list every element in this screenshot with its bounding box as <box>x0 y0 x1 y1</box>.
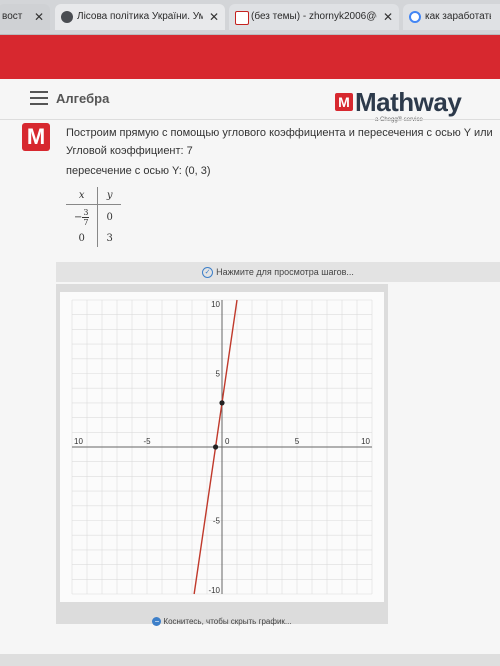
x-tick-label: -5 <box>143 437 151 446</box>
subject-title[interactable]: Алгебра <box>56 91 109 106</box>
logo-mark: M <box>335 93 353 111</box>
y-tick-label: -10 <box>208 586 220 595</box>
browser-tab-forest-policy[interactable]: Лісова політика України. Умов ✕ <box>55 4 225 30</box>
answer-line-2: Угловой коэффициент: 7 <box>66 145 193 157</box>
close-icon[interactable]: ✕ <box>34 4 44 30</box>
answer-line-1: Построим прямую с помощью углового коэфф… <box>66 127 493 139</box>
table-cell-y: 3 <box>106 233 113 244</box>
divider <box>0 119 500 120</box>
page-bottom <box>0 654 500 666</box>
data-point <box>212 444 219 450</box>
browser-tab-google[interactable]: как заработать на зна <box>403 4 500 30</box>
table-header-x: x <box>66 187 99 205</box>
x-tick-label: 0 <box>225 437 230 446</box>
mathway-avatar: M <box>22 123 50 151</box>
tab-label: Лісова політика України. Умов <box>77 11 203 22</box>
browser-tab-gmail[interactable]: (без темы) - zhornyk2006@gma ✕ <box>229 4 399 30</box>
browser-tab-news[interactable]: вост ✕ <box>0 4 50 30</box>
page: Алгебра M Mathway a Chegg® service M Пос… <box>0 79 500 666</box>
logo-text: Mathway <box>355 87 462 117</box>
collapse-icon: − <box>152 617 162 627</box>
line-graph[interactable]: 10 -5 0 5 10 10 5 -5 -10 <box>60 292 384 602</box>
values-table: x y −3 7 0 0 3 <box>66 187 121 247</box>
menu-icon[interactable] <box>30 91 48 105</box>
x-tick-label: 10 <box>74 437 83 446</box>
y-tick-label: 10 <box>211 300 220 309</box>
hide-graph-label: Коснитесь, чтобы скрыть график... <box>163 617 292 626</box>
y-tick-label: -5 <box>213 517 221 526</box>
globe-icon <box>61 11 73 23</box>
gmail-icon <box>235 11 249 25</box>
graph-panel: 10 -5 0 5 10 10 5 -5 -10 <box>56 284 388 624</box>
close-icon[interactable]: ✕ <box>209 4 219 30</box>
close-icon[interactable]: ✕ <box>383 4 393 30</box>
tab-label: (без темы) - zhornyk2006@gma <box>251 11 377 22</box>
hide-graph-button[interactable]: − Коснитесь, чтобы скрыть график... <box>56 614 388 630</box>
x-tick-label: 5 <box>295 437 300 446</box>
check-icon: ✓ <box>202 267 214 279</box>
table-header-y: y <box>97 187 121 205</box>
site-header-bar <box>0 35 500 79</box>
browser-tab-strip: вост ✕ Лісова політика України. Умов ✕ (… <box>0 0 500 35</box>
table-row: 0 3 <box>66 230 121 247</box>
top-nav: Алгебра M Mathway a Chegg® service <box>0 79 500 123</box>
answer-line-3: пересечение с осью Y: (0, 3) <box>66 165 211 177</box>
tab-label: как заработать на зна <box>425 11 491 22</box>
google-icon <box>409 11 421 23</box>
show-steps-label: Нажмите для просмотра шагов... <box>216 267 354 277</box>
tab-label: вост <box>2 11 23 22</box>
show-steps-button[interactable]: ✓ Нажмите для просмотра шагов... <box>56 262 500 282</box>
table-cell-y: 0 <box>106 212 113 223</box>
table-row: −3 7 0 <box>66 204 121 230</box>
logo-subtitle: a Chegg® service <box>375 117 423 123</box>
y-tick-label: 5 <box>216 370 221 379</box>
table-cell-x: −3 7 <box>66 204 99 230</box>
table-cell-x: 0 <box>66 230 99 247</box>
data-point <box>219 400 225 406</box>
x-tick-label: 10 <box>361 437 370 446</box>
